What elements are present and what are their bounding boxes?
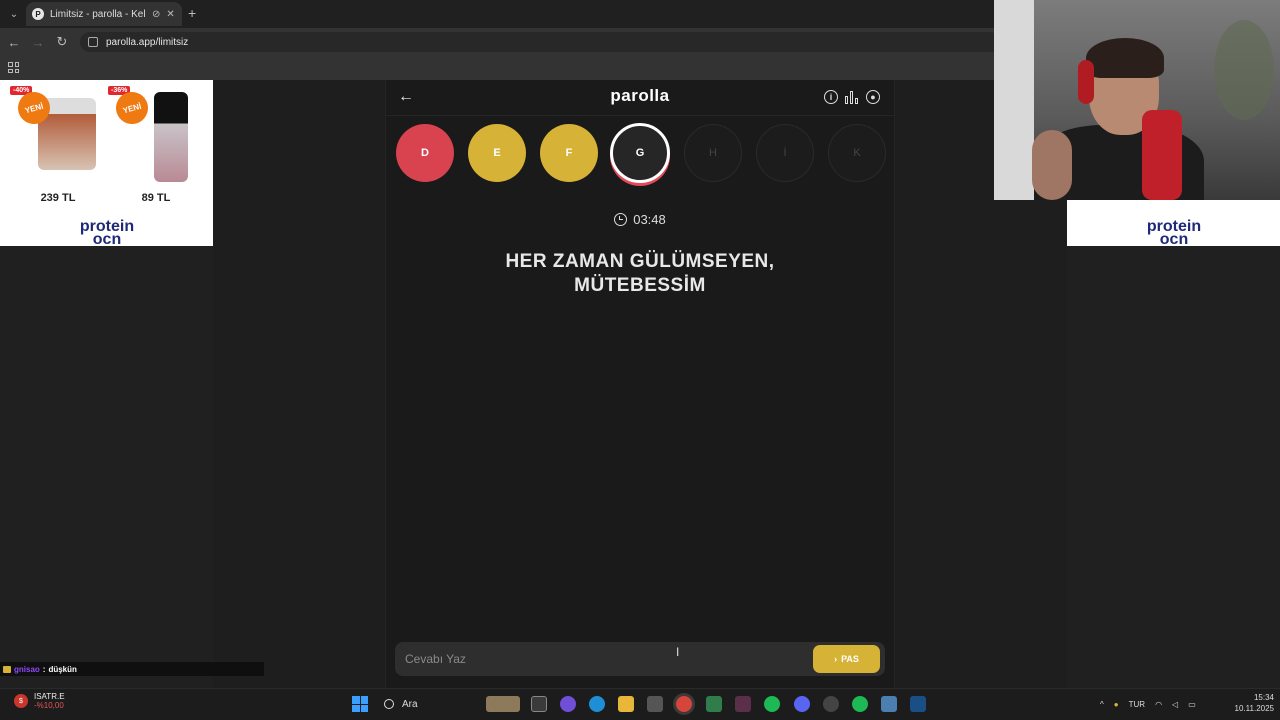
back-arrow-icon[interactable]: ←	[6, 34, 22, 50]
microphone-icon[interactable]: ●	[1114, 700, 1119, 709]
chat-message: gnisao : düşkün	[0, 662, 264, 676]
tab-search-icon[interactable]: ⌄	[6, 6, 22, 22]
url-text: parolla.app/limitsiz	[106, 36, 189, 48]
webcam-overlay	[994, 0, 1280, 200]
tab-title: Limitsiz - parolla - Kelime o	[50, 8, 146, 20]
close-tab-icon[interactable]: ✕	[166, 9, 174, 20]
webcam-plant	[1214, 20, 1274, 120]
stock-icon: $	[14, 694, 28, 708]
taskbar-clock[interactable]: 15:34 10.11.2025	[1222, 692, 1274, 714]
search-icon	[384, 699, 394, 709]
spotify-icon[interactable]	[764, 696, 780, 712]
timer: 03:48	[600, 212, 680, 227]
timer-text: 03:48	[633, 212, 666, 227]
language-indicator[interactable]: TUR	[1129, 700, 1145, 709]
product-price: 89 TL	[141, 192, 171, 204]
brand-line: ocn	[1159, 231, 1189, 248]
address-bar[interactable]: parolla.app/limitsiz	[80, 32, 1000, 52]
letter-circle-d: D	[396, 124, 454, 182]
headset-icon	[1078, 60, 1094, 104]
site-info-icon[interactable]	[88, 37, 98, 47]
edge-icon[interactable]	[589, 696, 605, 712]
letter-circle-e: E	[468, 124, 526, 182]
letter-circle-h: H	[684, 124, 742, 182]
right-sidebar	[1067, 246, 1280, 688]
answer-input[interactable]	[405, 651, 785, 667]
question-line: HER ZAMAN GÜLÜMSEYEN,	[505, 251, 775, 272]
stock-ticker-widget[interactable]: $ ISATR.E -%10,00	[14, 692, 65, 710]
chat-badge-icon	[3, 665, 11, 673]
app-icon[interactable]	[881, 696, 897, 712]
letter-circle-i: İ	[756, 124, 814, 182]
microphone-icon	[1142, 110, 1182, 200]
chevron-up-icon[interactable]: ^	[1100, 700, 1104, 709]
text-cursor-icon: I	[676, 645, 680, 659]
left-sidebar	[0, 246, 213, 688]
chevron-right-icon: ›	[834, 654, 838, 664]
letter-circle-k: K	[828, 124, 886, 182]
left-ad-banner[interactable]: -40% YENİ 239 TL -36% YENİ 89 TL protein…	[0, 80, 213, 248]
browser-tab[interactable]: P Limitsiz - parolla - Kelime o ⊘ ✕	[26, 2, 182, 26]
wifi-icon[interactable]: ◠	[1155, 700, 1162, 709]
question-line: MÜTEBESSİM	[574, 275, 706, 296]
app-icon[interactable]	[823, 696, 839, 712]
discord-icon[interactable]	[794, 696, 810, 712]
forward-arrow-icon[interactable]: →	[30, 34, 46, 50]
app-icon[interactable]	[706, 696, 722, 712]
clock-icon	[614, 213, 628, 226]
store-icon[interactable]	[647, 696, 663, 712]
chat-username: gnisao	[14, 664, 40, 674]
profile-icon[interactable]: ●	[866, 90, 880, 104]
webcam-wall	[994, 0, 1034, 200]
file-explorer-icon[interactable]	[618, 696, 634, 712]
search-placeholder: Ara	[402, 698, 418, 710]
question-text: HER ZAMAN GÜLÜMSEYEN, MÜTEBESSİM	[440, 250, 840, 298]
steam-icon[interactable]	[910, 696, 926, 712]
pass-button[interactable]: › PAS	[813, 645, 880, 673]
back-arrow-icon[interactable]: ←	[398, 88, 414, 106]
system-tray: ^ ● TUR ◠ ◁ ▭	[1100, 694, 1196, 714]
letter-circle-g: G	[610, 123, 670, 183]
chat-text: düşkün	[48, 664, 77, 674]
ticker-name: ISATR.E	[34, 692, 65, 701]
site-favicon-icon: P	[32, 8, 44, 20]
volume-icon[interactable]: ◁	[1172, 700, 1178, 709]
battery-icon[interactable]: ▭	[1188, 700, 1196, 709]
pass-label: PAS	[841, 654, 859, 664]
right-ad-banner[interactable]: protein ocn	[1067, 200, 1280, 248]
start-icon[interactable]	[352, 696, 368, 712]
new-tab-button[interactable]: +	[188, 5, 196, 21]
chrome-icon[interactable]	[676, 696, 692, 712]
brand-logo: protein ocn	[60, 219, 154, 248]
webcam-arm	[1032, 130, 1072, 200]
brand-line: ocn	[92, 231, 122, 248]
ad-product[interactable]: -40% YENİ 239 TL	[8, 86, 104, 204]
webcam-hair	[1086, 38, 1164, 78]
stats-icon[interactable]	[845, 90, 859, 104]
taskbar	[0, 688, 1280, 720]
task-view-icon[interactable]	[531, 696, 547, 712]
ad-product[interactable]: -36% YENİ 89 TL	[106, 86, 202, 204]
ticker-change: -%10,00	[34, 701, 64, 710]
info-icon[interactable]: i	[824, 90, 838, 104]
brand-logo: protein ocn	[1127, 219, 1221, 248]
clock-date: 10.11.2025	[1234, 704, 1274, 713]
product-price: 239 TL	[40, 192, 76, 204]
chat-separator: :	[42, 664, 46, 674]
apps-grid-icon[interactable]	[8, 62, 19, 73]
spotify-icon[interactable]	[852, 696, 868, 712]
product-grinder-image	[154, 92, 188, 182]
mute-icon[interactable]: ⊘	[152, 9, 160, 20]
reload-icon[interactable]: ↻	[54, 34, 70, 50]
search-highlight-icon[interactable]	[486, 696, 520, 712]
app-icon[interactable]	[735, 696, 751, 712]
letter-circle-f: F	[540, 124, 598, 182]
app-logo[interactable]: parolla	[560, 86, 720, 106]
clock-time: 15:34	[1253, 693, 1274, 702]
copilot-icon[interactable]	[560, 696, 576, 712]
